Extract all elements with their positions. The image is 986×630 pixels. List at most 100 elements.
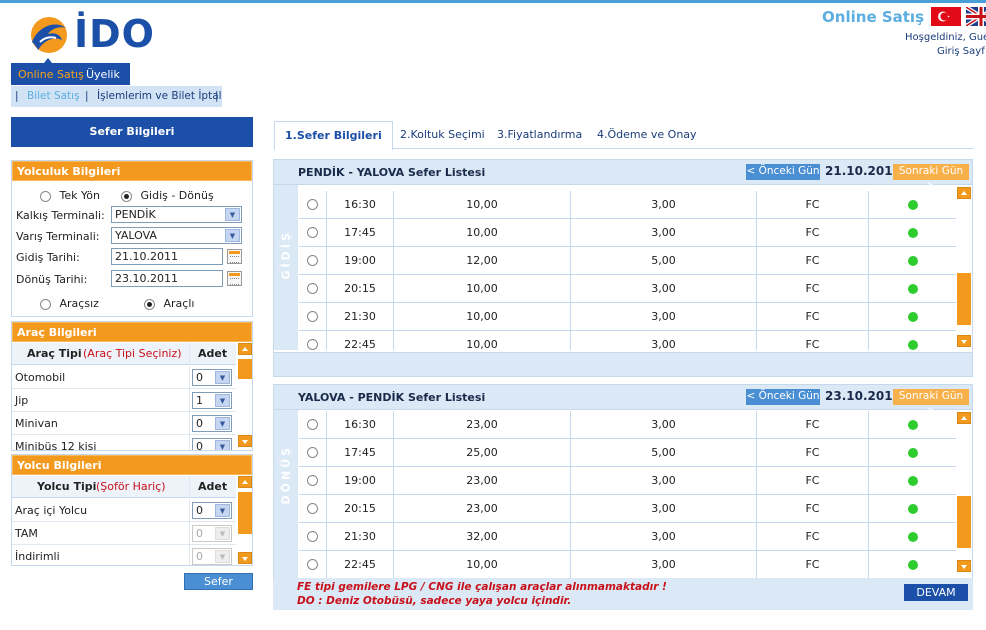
table-row[interactable]: 21:30 32,00 3,00 FC [299, 523, 956, 551]
home-link[interactable]: Giriş Sayf [937, 46, 985, 57]
voyage-select-radio[interactable] [307, 283, 318, 294]
one-way-radio[interactable] [40, 190, 51, 202]
vehicle-qty-select[interactable]: 0 ▼ [192, 369, 232, 386]
passenger-scrollbar[interactable] [238, 476, 252, 565]
vehicle-qty-select[interactable]: 0 ▼ [192, 438, 232, 451]
passenger-qty-header: Adet [198, 480, 228, 493]
outbound-scrollbar[interactable] [957, 187, 971, 349]
voyage-select-radio[interactable] [307, 419, 318, 430]
availability-dot-icon [907, 284, 918, 294]
chevron-down-icon[interactable]: ▼ [225, 229, 240, 242]
chevron-down-icon[interactable]: ▼ [215, 440, 230, 450]
voyage-select-radio[interactable] [307, 227, 318, 238]
scroll-down-icon[interactable] [957, 560, 971, 572]
tab-step-3[interactable]: 3.Fiyatlandırma [497, 121, 582, 148]
scroll-thumb[interactable] [957, 496, 971, 548]
table-row[interactable]: 21:30 10,00 3,00 FC [299, 303, 956, 331]
voyage-select-radio[interactable] [307, 339, 318, 350]
turkish-flag-icon[interactable] [931, 7, 961, 26]
ido-logo[interactable]: İDO [26, 12, 154, 58]
round-trip-label: Gidiş - Dönüş [140, 189, 214, 202]
qty-value: 0 [196, 440, 203, 451]
calendar-icon[interactable] [227, 271, 242, 286]
chevron-down-icon: ▼ [215, 527, 230, 540]
tab-step-2[interactable]: 2.Koltuk Seçimi [400, 121, 485, 148]
outbound-date-input[interactable]: 21.10.2011 [111, 248, 223, 265]
arrival-terminal-select[interactable]: YALOVA ▼ [111, 227, 242, 244]
table-row[interactable]: 22:45 10,00 3,00 FC [299, 331, 956, 350]
passenger-type-label: İndirimli [15, 550, 60, 563]
voyage-select-radio[interactable] [307, 503, 318, 514]
chevron-down-icon[interactable]: ▼ [215, 504, 230, 517]
scroll-thumb[interactable] [238, 359, 252, 379]
scroll-down-icon[interactable] [238, 435, 252, 447]
voyage-select-radio[interactable] [307, 531, 318, 542]
tab-step-4[interactable]: 4.Ödeme ve Onay [597, 121, 697, 148]
round-trip-option[interactable]: Gidiş - Dönüş [121, 189, 214, 202]
voyage-select-radio[interactable] [307, 199, 318, 210]
english-flag-icon[interactable] [966, 7, 986, 26]
continue-button[interactable]: DEVAM [904, 584, 968, 601]
nav-membership[interactable]: Üyelik [86, 68, 120, 81]
list-voyages-button[interactable]: Sefer Listele [184, 573, 253, 603]
one-way-option[interactable]: Tek Yön [40, 189, 100, 202]
table-row[interactable]: 16:30 10,00 3,00 FC [299, 191, 956, 219]
inbound-scrollbar[interactable] [957, 412, 971, 574]
voyage-select-radio[interactable] [307, 559, 318, 570]
no-vehicle-option[interactable]: Araçsız [40, 297, 99, 310]
subnav-ticket-sales[interactable]: Bilet Satış [27, 90, 80, 102]
select-cell [299, 495, 327, 523]
table-row[interactable]: 17:45 10,00 3,00 FC [299, 219, 956, 247]
table-row[interactable]: 17:45 25,00 5,00 FC [299, 439, 956, 467]
scroll-thumb[interactable] [957, 273, 971, 325]
scroll-up-icon[interactable] [238, 476, 252, 488]
availability-dot-icon [907, 256, 918, 266]
voyage-select-radio[interactable] [307, 447, 318, 458]
scroll-up-icon[interactable] [957, 187, 971, 199]
with-vehicle-radio[interactable] [144, 298, 155, 310]
voyage-time: 16:30 [327, 191, 394, 219]
availability-cell [869, 191, 956, 219]
availability-cell [869, 219, 956, 247]
table-row[interactable]: 19:00 23,00 3,00 FC [299, 467, 956, 495]
subnav-transactions[interactable]: İşlemlerim ve Bilet İptal [97, 90, 222, 102]
table-row[interactable]: 16:30 23,00 3,00 FC [299, 411, 956, 439]
departure-terminal-select[interactable]: PENDİK ▼ [111, 206, 242, 223]
chevron-down-icon[interactable]: ▼ [215, 371, 230, 384]
vehicle-qty-select[interactable]: 1 ▼ [192, 392, 232, 409]
voyage-select-radio[interactable] [307, 255, 318, 266]
return-date-input[interactable]: 23.10.2011 [111, 270, 223, 287]
table-row[interactable]: 20:15 10,00 3,00 FC [299, 275, 956, 303]
tab-step-1[interactable]: 1.Sefer Bilgileri [274, 121, 393, 150]
table-row[interactable]: 20:15 23,00 3,00 FC [299, 495, 956, 523]
calendar-icon[interactable] [227, 249, 242, 264]
chevron-down-icon[interactable]: ▼ [215, 417, 230, 430]
vehicle-scrollbar[interactable] [238, 343, 252, 449]
scroll-up-icon[interactable] [238, 343, 252, 355]
voyage-select-radio[interactable] [307, 311, 318, 322]
with-vehicle-option[interactable]: Araçlı [144, 297, 194, 310]
notes-footer: FE tipi gemilere LPG / CNG ile çalışan a… [273, 578, 973, 610]
voyage-select-radio[interactable] [307, 475, 318, 486]
table-row[interactable]: 22:45 10,00 3,00 FC [299, 551, 956, 579]
qty-value: 0 [196, 550, 203, 563]
chevron-down-icon[interactable]: ▼ [215, 394, 230, 407]
scroll-down-icon[interactable] [238, 552, 252, 564]
availability-dot-icon [907, 560, 918, 570]
voyage-price1: 23,00 [394, 467, 571, 495]
scroll-down-icon[interactable] [957, 335, 971, 347]
scroll-up-icon[interactable] [957, 412, 971, 424]
main-nav: Online Satış Üyelik [11, 63, 130, 85]
nav-online-sales[interactable]: Online Satış [18, 68, 84, 81]
vehicle-qty-select[interactable]: 0 ▼ [192, 415, 232, 432]
chevron-down-icon[interactable]: ▼ [225, 208, 240, 221]
passenger-qty-select[interactable]: 0 ▼ [192, 502, 232, 519]
no-vehicle-radio[interactable] [40, 298, 51, 310]
table-row[interactable]: 19:00 12,00 5,00 FC [299, 247, 956, 275]
online-sales-title: Online Satış [822, 8, 924, 26]
scroll-thumb[interactable] [238, 492, 252, 534]
table-row: Araç içi Yolcu 0 ▼ [12, 499, 236, 522]
round-trip-radio[interactable] [121, 190, 132, 202]
outbound-voyage-panel: PENDİK - YALOVA Sefer Listesi < Önceki G… [273, 159, 973, 377]
table-row: Minivan 0 ▼ [12, 412, 236, 435]
